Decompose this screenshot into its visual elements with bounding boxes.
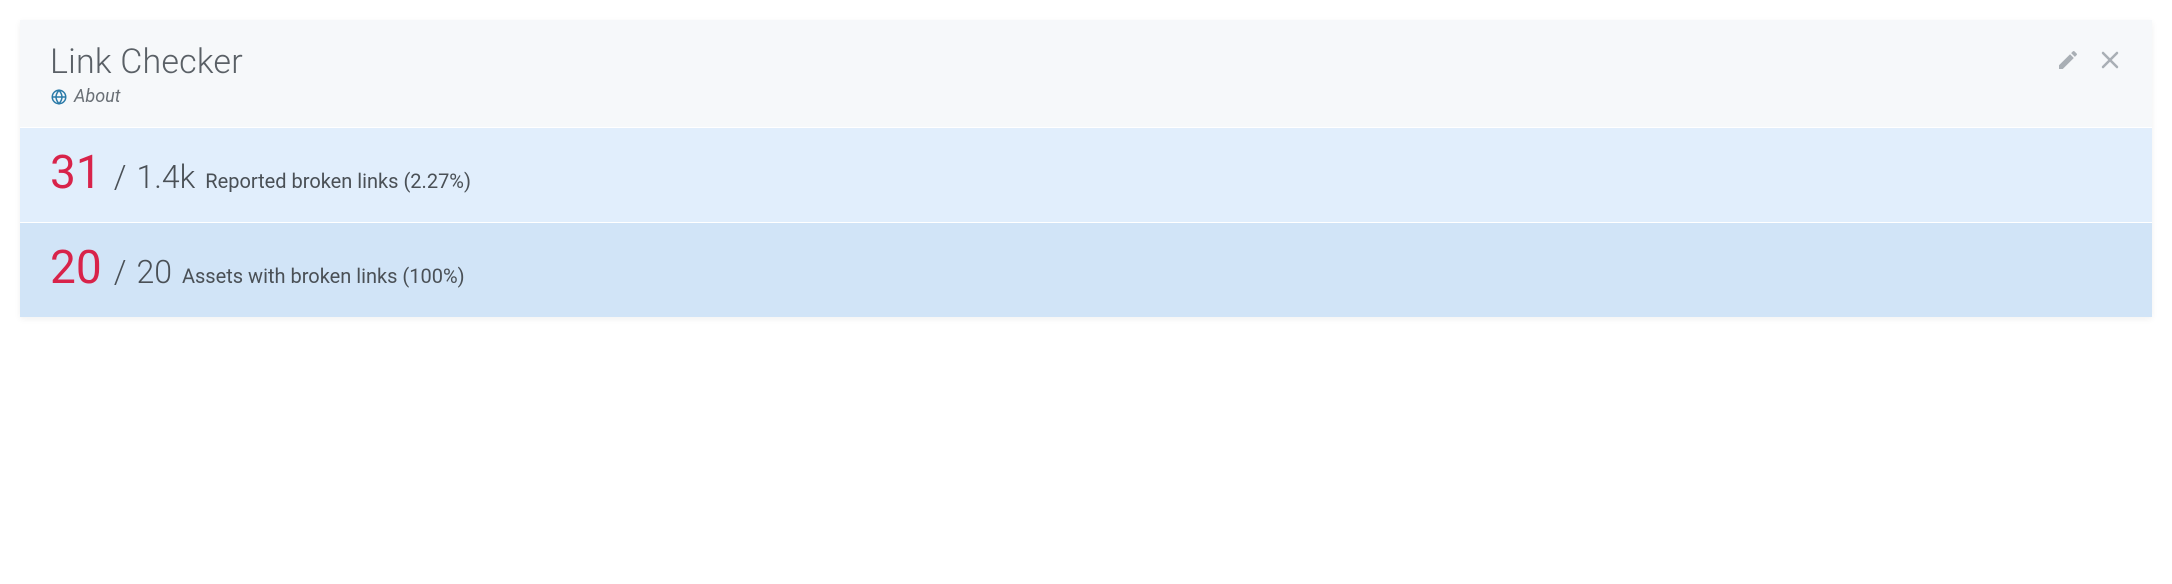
stat-separator: / (114, 158, 127, 196)
stat-row-broken-links[interactable]: 31 / 1.4k Reported broken links (2.27%) (20, 127, 2152, 222)
about-label: About (74, 86, 121, 107)
close-icon[interactable] (2098, 48, 2122, 72)
stat-total: 1.4k (136, 158, 195, 196)
stat-count: 20 (50, 245, 102, 291)
stat-total: 20 (136, 253, 172, 291)
stat-label: Assets with broken links (100%) (182, 264, 465, 288)
widget-header: Link Checker About (20, 20, 2152, 127)
widget-title: Link Checker (50, 42, 243, 82)
stat-label: Reported broken links (2.27%) (205, 169, 471, 193)
about-link[interactable]: About (50, 86, 243, 107)
stat-separator: / (114, 253, 127, 291)
globe-icon (50, 88, 68, 106)
edit-icon[interactable] (2056, 48, 2080, 72)
header-actions (2056, 48, 2122, 72)
link-checker-widget: Link Checker About 31 / 1.4k Repor (20, 20, 2152, 317)
stat-row-assets[interactable]: 20 / 20 Assets with broken links (100%) (20, 222, 2152, 317)
stat-count: 31 (50, 150, 102, 196)
widget-title-block: Link Checker About (50, 42, 243, 107)
